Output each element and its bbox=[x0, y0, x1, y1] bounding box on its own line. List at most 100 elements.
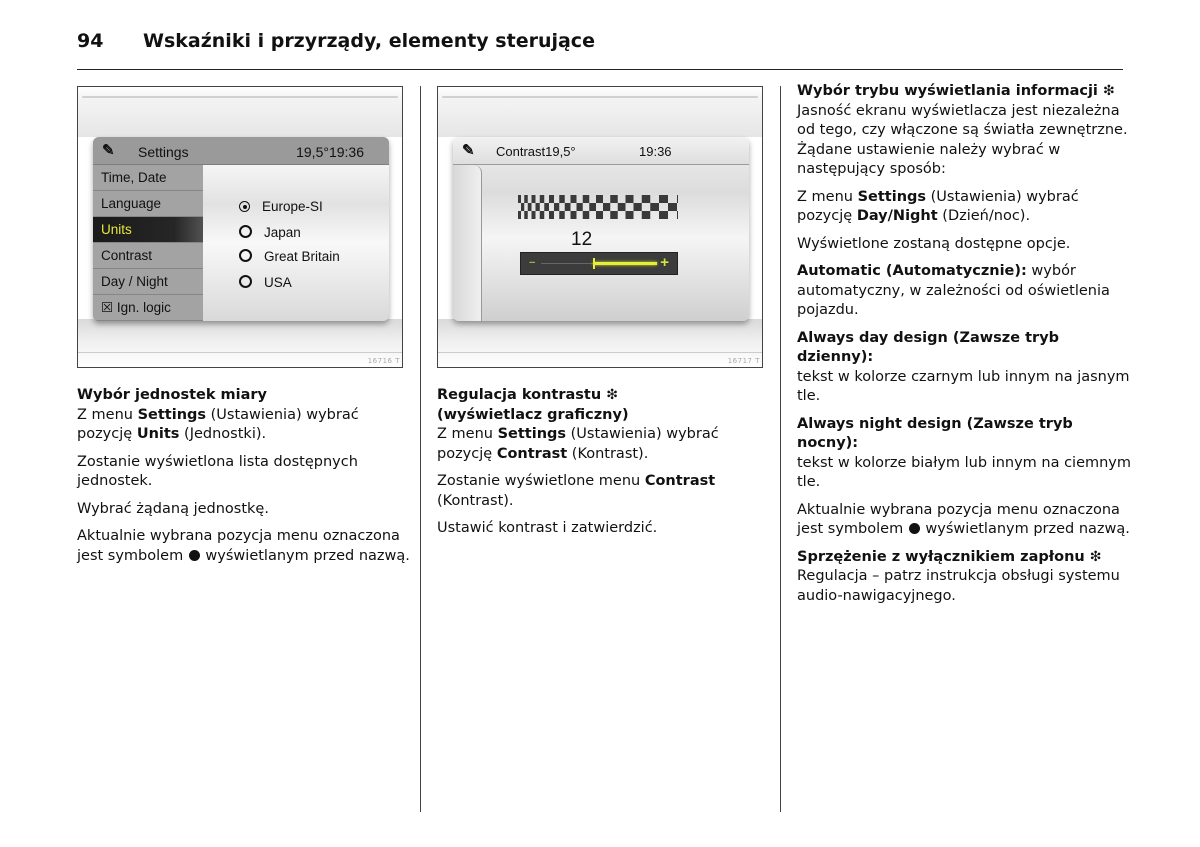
pattern-cell bbox=[677, 211, 678, 219]
screen-header: ✎ Settings 19,5°19:36 bbox=[93, 137, 389, 165]
menu-item-contrast[interactable]: Contrast bbox=[93, 243, 203, 269]
paragraph: Regulacja – patrz instrukcja obsługi sys… bbox=[797, 568, 1120, 604]
option-label-day: Always day design (Zawsze tryb dzienny): bbox=[797, 329, 1060, 366]
paragraph: Wyświetlone zostaną dostępne opcje. bbox=[797, 235, 1071, 252]
slider-fill bbox=[593, 262, 657, 265]
optional-equipment-icon: ❇ bbox=[606, 387, 618, 403]
section-heading: Wybór jednostek miary bbox=[77, 387, 268, 403]
pattern-cell bbox=[610, 211, 618, 219]
slider-handle[interactable] bbox=[593, 258, 596, 269]
menu-item-time-date[interactable]: Time, Date bbox=[93, 165, 203, 191]
section-heading: Wybór trybu wyświetlania informacji ❇ bbox=[797, 83, 1115, 99]
pattern-cell bbox=[524, 195, 528, 203]
option-europe-si[interactable]: Europe-SI bbox=[239, 199, 323, 214]
display-bezel-top bbox=[438, 87, 762, 137]
pattern-cell bbox=[589, 203, 596, 211]
option-label-automatic: Automatic (Automatycznie): bbox=[797, 263, 1027, 279]
contrast-test-pattern bbox=[518, 195, 678, 219]
pattern-cell bbox=[531, 195, 536, 203]
plus-icon[interactable]: + bbox=[660, 254, 669, 271]
pattern-cell bbox=[549, 195, 554, 203]
settings-wrench-icon: ✎ bbox=[102, 142, 115, 159]
menu-item-language[interactable]: Language bbox=[93, 191, 203, 217]
column-contrast-text: Regulacja kontrastu ❇ (wyświetlacz grafi… bbox=[437, 386, 772, 547]
option-label-night: Always night design (Zawsze tryb nocny): bbox=[797, 415, 1073, 452]
paragraph: Wybrać żądaną jednostkę. bbox=[77, 500, 269, 517]
menu-item-ign-logic[interactable]: ☒ Ign. logic bbox=[93, 295, 203, 321]
pattern-cell bbox=[518, 195, 521, 203]
pattern-cell bbox=[596, 195, 603, 203]
pattern-cell bbox=[570, 195, 577, 203]
pattern-cell bbox=[659, 195, 668, 203]
figure-contrast-screen: ✎ Contrast19,5° 19:36 12 − + 16717 T bbox=[437, 86, 763, 368]
display-bezel-bottom bbox=[78, 319, 402, 367]
pattern-cell bbox=[559, 211, 565, 219]
pattern-cell bbox=[521, 203, 525, 211]
pattern-cell bbox=[582, 195, 590, 203]
screen-title: Settings bbox=[138, 144, 189, 160]
screen-title: Contrast19,5° bbox=[496, 144, 576, 159]
pattern-cell bbox=[668, 203, 677, 211]
pattern-cell bbox=[617, 203, 626, 211]
option-usa[interactable]: USA bbox=[239, 275, 292, 290]
screen-header: ✎ Contrast19,5° 19:36 bbox=[453, 137, 749, 165]
page-title: Wskaźniki i przyrządy, elementy sterując… bbox=[143, 30, 595, 52]
pattern-cell bbox=[641, 195, 651, 203]
menu-item-day-night[interactable]: Day / Night bbox=[93, 269, 203, 295]
optional-equipment-icon: ❇ bbox=[1089, 548, 1102, 565]
bullet-dot-icon bbox=[188, 549, 200, 561]
pattern-cell bbox=[524, 211, 528, 219]
radio-unchecked-icon bbox=[239, 225, 252, 238]
paragraph: Ustawić kontrast i zatwierdzić. bbox=[437, 520, 658, 536]
contrast-value: 12 bbox=[571, 229, 593, 250]
figure-units-screen: ✎ Settings 19,5°19:36 Time, Date Languag… bbox=[77, 86, 403, 368]
pattern-cell bbox=[677, 195, 678, 203]
pattern-cell bbox=[539, 211, 545, 219]
pattern-cell bbox=[518, 211, 521, 219]
pattern-cell bbox=[549, 211, 554, 219]
settings-wrench-icon: ✎ bbox=[462, 142, 475, 159]
time-readout: 19:36 bbox=[639, 144, 672, 159]
pattern-cell bbox=[650, 203, 659, 211]
pattern-cell bbox=[596, 211, 603, 219]
pattern-cell bbox=[576, 203, 583, 211]
section-heading: Regulacja kontrastu ❇ bbox=[437, 387, 618, 403]
column-daynight-text: Wybór trybu wyświetlania informacji ❇ Ja… bbox=[797, 82, 1132, 614]
contrast-slider[interactable]: − + bbox=[520, 252, 678, 275]
column-divider bbox=[420, 86, 421, 812]
pattern-cell bbox=[582, 211, 590, 219]
page-number: 94 bbox=[77, 30, 104, 52]
bullet-dot-icon bbox=[908, 523, 920, 534]
pattern-cell bbox=[610, 195, 618, 203]
radio-checked-icon bbox=[239, 201, 250, 212]
pattern-cell bbox=[559, 195, 565, 203]
units-options: Europe-SI Japan Great Britain USA bbox=[203, 165, 389, 321]
option-great-britain[interactable]: Great Britain bbox=[239, 249, 340, 264]
pattern-cell bbox=[535, 203, 540, 211]
minus-icon[interactable]: − bbox=[529, 257, 535, 269]
column-units-text: Wybór jednostek miary Z menu Settings (U… bbox=[77, 386, 412, 574]
pattern-cell bbox=[544, 203, 549, 211]
figure-id: 16717 T bbox=[727, 357, 760, 365]
option-japan[interactable]: Japan bbox=[239, 225, 301, 240]
radio-unchecked-icon bbox=[239, 275, 252, 288]
pattern-cell bbox=[659, 211, 668, 219]
radio-unchecked-icon bbox=[239, 249, 252, 262]
display-screen: ✎ Contrast19,5° 19:36 12 − + bbox=[453, 137, 749, 321]
optional-equipment-icon: ❇ bbox=[1102, 83, 1115, 99]
pattern-cell bbox=[625, 211, 634, 219]
pattern-cell bbox=[641, 211, 651, 219]
display-screen: ✎ Settings 19,5°19:36 Time, Date Languag… bbox=[93, 137, 389, 321]
section-subheading: (wyświetlacz graficzny) bbox=[437, 406, 629, 423]
pattern-cell bbox=[570, 211, 577, 219]
pattern-cell bbox=[531, 211, 536, 219]
display-bezel-bottom bbox=[438, 319, 762, 367]
screen-side-tab bbox=[453, 165, 482, 321]
pattern-cell bbox=[633, 203, 642, 211]
paragraph: Jasność ekranu wyświetlacza jest niezale… bbox=[797, 102, 1128, 178]
pattern-cell bbox=[625, 195, 634, 203]
temp-time-readout: 19,5°19:36 bbox=[296, 144, 364, 160]
menu-item-units[interactable]: Units bbox=[93, 217, 209, 243]
paragraph: Zostanie wyświetlona lista dostępnych je… bbox=[77, 453, 358, 490]
figure-id: 16716 T bbox=[367, 357, 400, 365]
